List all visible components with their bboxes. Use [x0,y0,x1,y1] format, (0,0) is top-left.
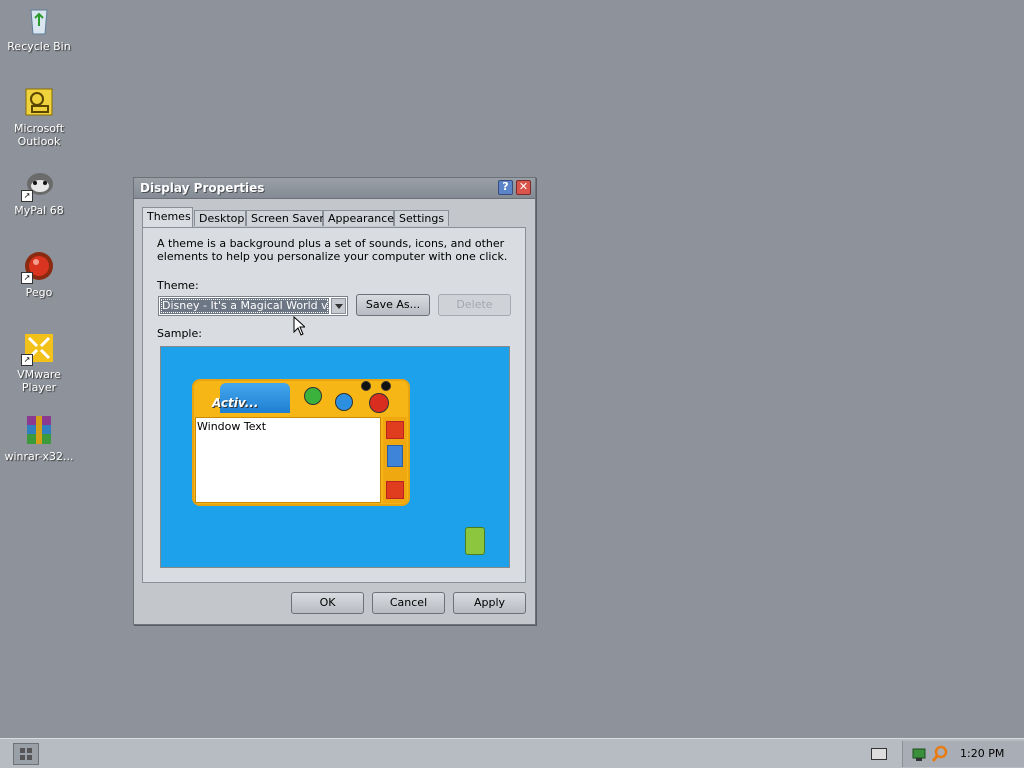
mickey-ear-left-icon [361,381,371,391]
desktop-icon-label: Pego [25,286,53,299]
close-icon: ✕ [518,180,529,193]
help-button[interactable]: ? [498,180,513,195]
tab-settings[interactable]: Settings [394,210,449,226]
sample-close-icon [369,393,389,413]
search-icon[interactable] [931,745,949,763]
taskbar: 1:20 PM [0,738,1024,768]
title-bar[interactable]: Display Properties ? ✕ [134,178,535,199]
sample-window-title: Activ... [212,396,259,410]
recycle-bin-icon [23,4,55,36]
window-title: Display Properties [140,181,265,195]
sample-window: Activ... Window Text [192,379,410,506]
desktop-icon-recycle-bin[interactable]: Recycle Bin [0,4,79,53]
keyboard-icon[interactable] [871,748,887,760]
sample-maximize-icon [335,393,353,411]
shortcut-arrow-icon: ↗ [21,272,33,284]
scroll-up-arrow-icon [386,421,404,439]
shortcut-arrow-icon: ↗ [21,190,33,202]
close-button[interactable]: ✕ [516,180,531,195]
taskbar-clock[interactable]: 1:20 PM [960,747,1004,760]
desktop-icon-pego[interactable]: ↗ Pego [0,250,79,299]
scroll-thumb [387,445,403,467]
theme-sample-preview: Activ... Window Text [160,346,510,568]
desktop-icon-vmware-player[interactable]: ↗ VMware Player [0,332,79,394]
delete-button[interactable]: Delete [438,294,511,316]
ok-button[interactable]: OK [291,592,364,614]
desktop-icon-microsoft-outlook[interactable]: Microsoft Outlook [0,86,79,148]
sample-window-title-tab: Activ... [212,383,290,413]
theme-dropdown[interactable]: Disney - It's a Magical World v2.0 [158,296,348,316]
sample-minimize-icon [304,387,322,405]
apply-button[interactable]: Apply [453,592,526,614]
tab-desktop[interactable]: Desktop [194,210,246,226]
save-as-button[interactable]: Save As... [356,294,430,316]
themes-panel: A theme is a background plus a set of so… [142,227,526,583]
desktop-icon-label: Recycle Bin [7,40,71,53]
tab-screen-saver[interactable]: Screen Saver [246,210,324,226]
sample-window-text: Window Text [197,420,267,433]
desktop-icon-label: winrar-x32... [4,450,74,463]
mouse-cursor-icon [293,316,305,336]
mypal-raccoon-icon: ↗ [21,168,55,202]
winrar-icon [23,414,55,446]
desktop-icon-label: Microsoft Outlook [13,122,65,148]
help-icon: ? [502,180,509,193]
theme-description: A theme is a background plus a set of so… [157,237,508,263]
vmware-icon: ↗ [21,332,55,366]
network-icon[interactable] [911,745,929,763]
cancel-button[interactable]: Cancel [372,592,445,614]
sample-label: Sample: [157,327,202,340]
start-button[interactable] [13,743,39,765]
theme-label: Theme: [157,279,199,292]
display-properties-dialog: Display Properties ? ✕ Themes Desktop Sc… [133,177,536,625]
desktop-icon-label: MyPal 68 [14,204,64,217]
chevron-down-icon[interactable] [331,298,346,314]
shortcut-arrow-icon: ↗ [21,354,33,366]
sample-scrollbar [383,417,407,503]
mickey-ear-right-icon [381,381,391,391]
tab-appearance[interactable]: Appearance [323,210,394,226]
sample-window-body: Window Text [195,417,381,503]
theme-dropdown-value: Disney - It's a Magical World v2.0 [160,298,329,314]
desktop-icon-label: VMware Player [17,368,61,394]
desktop-icon-winrar[interactable]: winrar-x32... [0,414,79,463]
desktop-icon-mypal[interactable]: ↗ MyPal 68 [0,168,79,217]
sample-recycle-bin-icon [465,527,485,555]
scroll-down-arrow-icon [386,481,404,499]
outlook-icon [23,86,55,118]
pego-icon: ↗ [21,250,55,284]
tab-themes[interactable]: Themes [142,207,193,227]
